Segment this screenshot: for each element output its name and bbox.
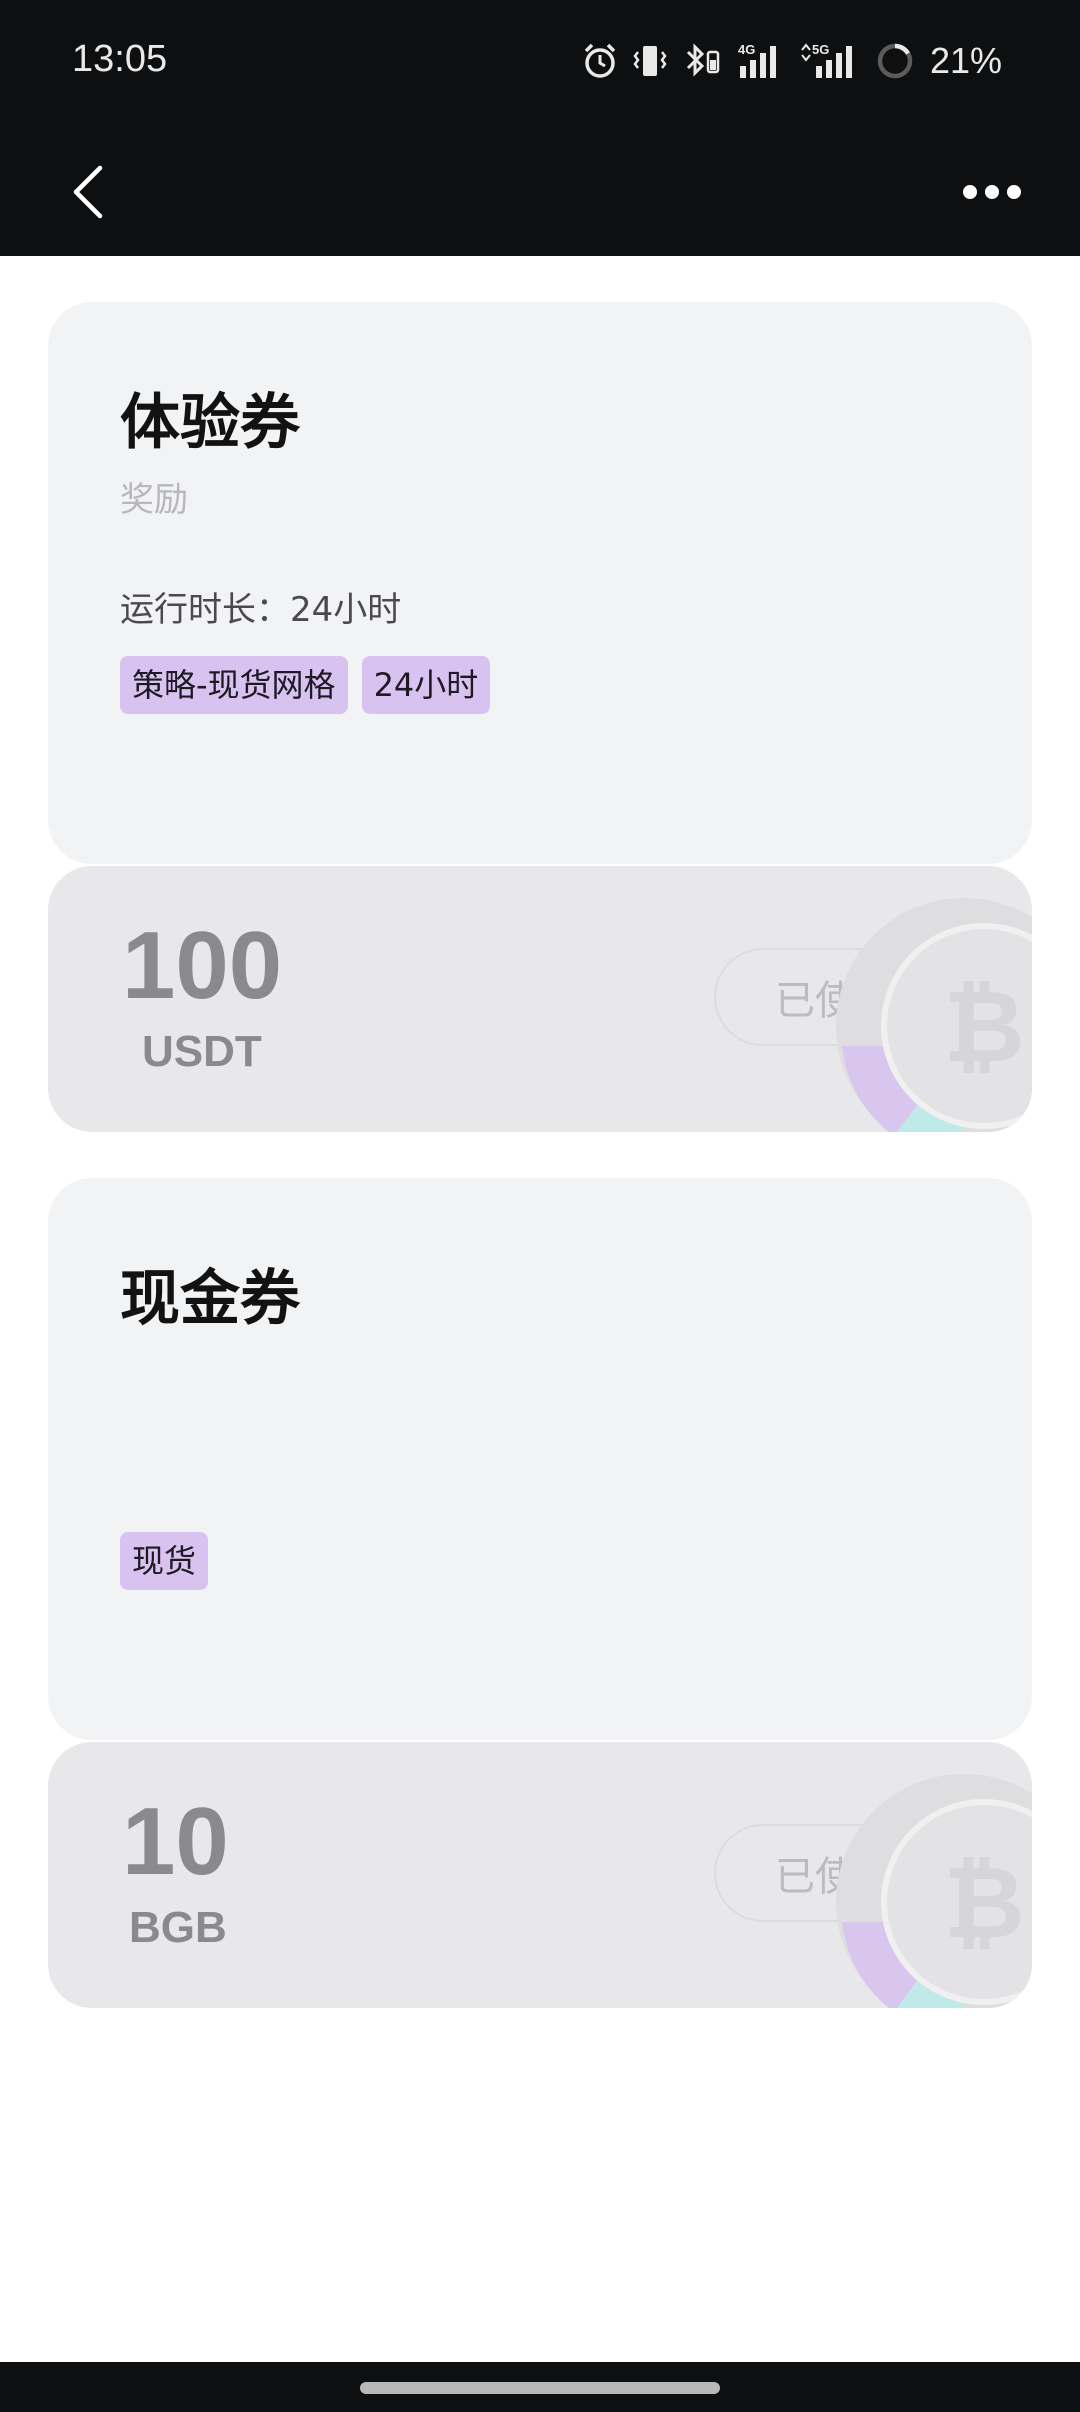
nav-bar	[0, 124, 1080, 256]
coupon-unit: BGB	[129, 1903, 227, 1952]
coupon-unit: USDT	[142, 1027, 262, 1076]
coupon-card[interactable]: 现金券 现货 10 BGB 已使用 ₿	[48, 1178, 1032, 2008]
bluetooth-icon	[682, 41, 722, 81]
coupon-duration: 运行时长：24小时	[120, 590, 402, 630]
coin-decoration-icon: ₿	[836, 898, 1032, 1132]
coupon-card[interactable]: 体验券 奖励 运行时长：24小时 策略-现货网格 24小时 100 USDT 已…	[48, 302, 1032, 1132]
svg-text:₿: ₿	[943, 968, 1025, 1085]
battery-ring-icon	[876, 41, 914, 81]
network-label-4g: 4G	[738, 42, 755, 57]
coupon-amount-section: 100 USDT 已使用 ₿	[48, 866, 1032, 1132]
coupon-title: 现金券	[120, 1264, 300, 1334]
back-button[interactable]	[48, 152, 128, 232]
battery-percentage: 21%	[929, 40, 1002, 81]
coupon-top-section: 现金券 现货	[48, 1178, 1032, 1740]
vibrate-icon	[632, 41, 668, 81]
coupon-tag: 策略-现货网格	[120, 656, 348, 714]
coupon-subtitle: 奖励	[120, 480, 188, 520]
coupon-amount: 10	[122, 1788, 229, 1895]
chevron-left-icon	[73, 165, 103, 219]
signal-4g-icon: 4G	[736, 41, 786, 81]
signal-5g-icon: 5G	[800, 41, 862, 81]
coupon-tag: 24小时	[361, 656, 491, 714]
status-bar: 13:05 4G 5G 21%	[0, 0, 1080, 124]
alarm-icon	[582, 41, 618, 81]
coupon-tags: 策略-现货网格 24小时	[120, 656, 491, 714]
coupon-title: 体验券	[120, 388, 300, 458]
coupon-amount: 100	[122, 912, 283, 1019]
network-label-5g: 5G	[812, 42, 829, 57]
svg-text:₿: ₿	[943, 1844, 1025, 1961]
coupon-amount-section: 10 BGB 已使用 ₿	[48, 1742, 1032, 2008]
coupon-top-section: 体验券 奖励 运行时长：24小时 策略-现货网格 24小时	[48, 302, 1032, 864]
gesture-bar	[0, 2362, 1080, 2412]
more-horizontal-icon	[963, 185, 1021, 199]
coin-decoration-icon: ₿	[836, 1774, 1032, 2008]
status-icons: 4G 5G 21%	[582, 40, 1002, 82]
coupon-tags: 现货	[120, 1532, 209, 1590]
coupon-tag: 现货	[120, 1532, 209, 1590]
status-time: 13:05	[72, 38, 168, 80]
home-indicator[interactable]	[360, 2382, 720, 2394]
more-button[interactable]	[944, 152, 1040, 232]
